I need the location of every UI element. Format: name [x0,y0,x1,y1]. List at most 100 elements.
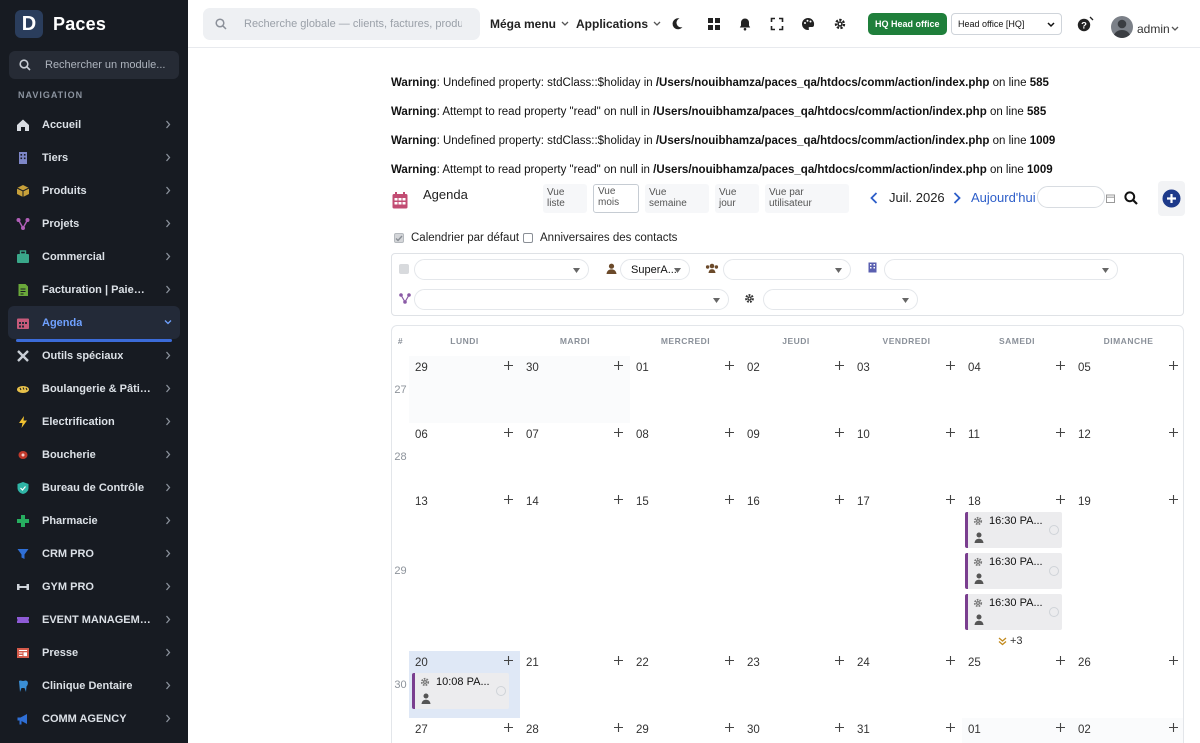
day-cell[interactable]: 09 [741,423,851,490]
sidebar-item-event-management[interactable]: EVENT MANAGEMENT [8,603,180,636]
plus-icon[interactable] [835,723,844,732]
event-status-circle[interactable] [1049,607,1059,617]
plus-icon[interactable] [504,495,513,504]
day-cell[interactable]: 15 [630,490,741,651]
plus-icon[interactable] [614,428,623,437]
plus-icon[interactable] [614,495,623,504]
plus-icon[interactable] [835,428,844,437]
actiontype-filter-select[interactable] [763,289,918,310]
entity-select[interactable]: Head office [HQ] [951,13,1062,35]
date-input[interactable] [1037,186,1105,208]
day-cell[interactable]: 28 [520,718,630,743]
day-cell[interactable]: 01 [630,356,741,423]
view-vue-jour[interactable]: Vue jour [715,184,759,213]
day-cell[interactable]: 22 [630,651,741,718]
calendar-small-icon[interactable] [1106,194,1115,203]
plus-icon[interactable] [1169,723,1178,732]
day-cell[interactable]: 14 [520,490,630,651]
plus-icon[interactable] [946,723,955,732]
sidebar-item-pharmacie[interactable]: Pharmacie [8,504,180,537]
day-cell[interactable]: 30 [520,356,630,423]
user-filter-select[interactable]: SuperA... [620,259,690,280]
sidebar-item-boucherie[interactable]: Boucherie [8,438,180,471]
brand[interactable]: D Paces [15,9,106,39]
day-cell[interactable]: 23 [741,651,851,718]
sidebar-item-crm-pro[interactable]: CRM PRO [8,537,180,570]
view-vue-par-utilisateur[interactable]: Vue par utilisateur [765,184,849,213]
day-cell[interactable]: 06 [409,423,520,490]
sidebar-item-presse[interactable]: Presse [8,636,180,669]
plus-icon[interactable] [725,361,734,370]
day-cell[interactable]: 01 [962,718,1072,743]
day-cell[interactable]: 05 [1072,356,1183,423]
day-cell[interactable]: 21 [520,651,630,718]
plus-icon[interactable] [725,656,734,665]
view-vue-liste[interactable]: Vue liste [543,184,587,213]
day-cell[interactable]: 25 [962,651,1072,718]
event-status-circle[interactable] [496,686,506,696]
birthdays-checkbox[interactable]: Anniversaires des contacts [523,232,677,244]
applications-button[interactable]: Applications [576,17,661,31]
sidebar-item-tiers[interactable]: Tiers [8,141,180,174]
day-cell[interactable]: 02 [741,356,851,423]
more-events-link[interactable]: +3 [998,635,1023,647]
plus-icon[interactable] [835,361,844,370]
plus-icon[interactable] [1056,428,1065,437]
bell-icon[interactable] [738,17,752,31]
day-cell[interactable]: 19 [1072,490,1183,651]
day-cell[interactable]: 03 [851,356,962,423]
fullscreen-icon[interactable] [770,17,784,31]
plus-icon[interactable] [614,361,623,370]
thirdparty-filter-select[interactable] [884,259,1118,280]
day-cell[interactable]: 16 [741,490,851,651]
day-cell[interactable]: 11 [962,423,1072,490]
day-cell[interactable]: 08 [630,423,741,490]
event-status-circle[interactable] [1049,566,1059,576]
day-cell[interactable]: 29 [630,718,741,743]
sidebar-item-electrification[interactable]: Electrification [8,405,180,438]
chevron-left-icon[interactable] [870,192,878,204]
chevron-right-icon[interactable] [953,192,961,204]
mega-menu-button[interactable]: Méga menu [490,17,569,31]
day-cell[interactable]: 04 [962,356,1072,423]
chevron-down-icon[interactable] [1171,26,1179,32]
day-cell[interactable]: 29 [409,356,520,423]
project-filter-select[interactable] [414,289,729,310]
sidebar-item-clinique-dentaire[interactable]: Clinique Dentaire [8,669,180,702]
plus-icon[interactable] [1169,495,1178,504]
today-link[interactable]: Aujourd'hui [971,190,1036,205]
avatar[interactable] [1111,16,1133,38]
calendar-event[interactable]: 16:30 PA... [965,512,1062,548]
day-cell[interactable]: 02 [1072,718,1183,743]
sidebar-item-projets[interactable]: Projets [8,207,180,240]
plus-icon[interactable] [946,656,955,665]
sidebar-item-commercial[interactable]: Commercial [8,240,180,273]
help-icon[interactable]: ? [1077,16,1095,32]
plus-icon[interactable] [504,428,513,437]
sidebar-item-accueil[interactable]: Accueil [8,108,180,141]
sidebar-item-outils-sp-ciaux[interactable]: Outils spéciaux [8,339,180,372]
checkbox[interactable] [399,264,409,274]
plus-icon[interactable] [504,723,513,732]
day-cell[interactable]: 17 [851,490,962,651]
plus-icon[interactable] [504,361,513,370]
sidebar-item-bureau-de-contr-le[interactable]: Bureau de Contrôle [8,471,180,504]
moon-icon[interactable] [670,17,684,31]
user-name[interactable]: admin [1137,22,1170,36]
day-cell[interactable]: 30 [741,718,851,743]
default-calendar-checkbox[interactable]: Calendrier par défaut [394,232,519,244]
plus-icon[interactable] [1169,656,1178,665]
sidebar-item-facturation-paiement[interactable]: Facturation | Paiement [8,273,180,306]
view-vue-semaine[interactable]: Vue semaine [645,184,709,213]
day-cell[interactable]: 31 [851,718,962,743]
plus-icon[interactable] [725,428,734,437]
plus-icon[interactable] [946,361,955,370]
sidebar-item-comm-agency[interactable]: COMM AGENCY [8,702,180,735]
plus-icon[interactable] [835,656,844,665]
day-cell[interactable]: 07 [520,423,630,490]
plus-icon[interactable] [725,723,734,732]
day-cell[interactable]: 24 [851,651,962,718]
day-cell[interactable]: 20 10:08 PA... [409,651,520,718]
module-search-input[interactable] [45,59,170,71]
day-cell[interactable]: 27 [409,718,520,743]
